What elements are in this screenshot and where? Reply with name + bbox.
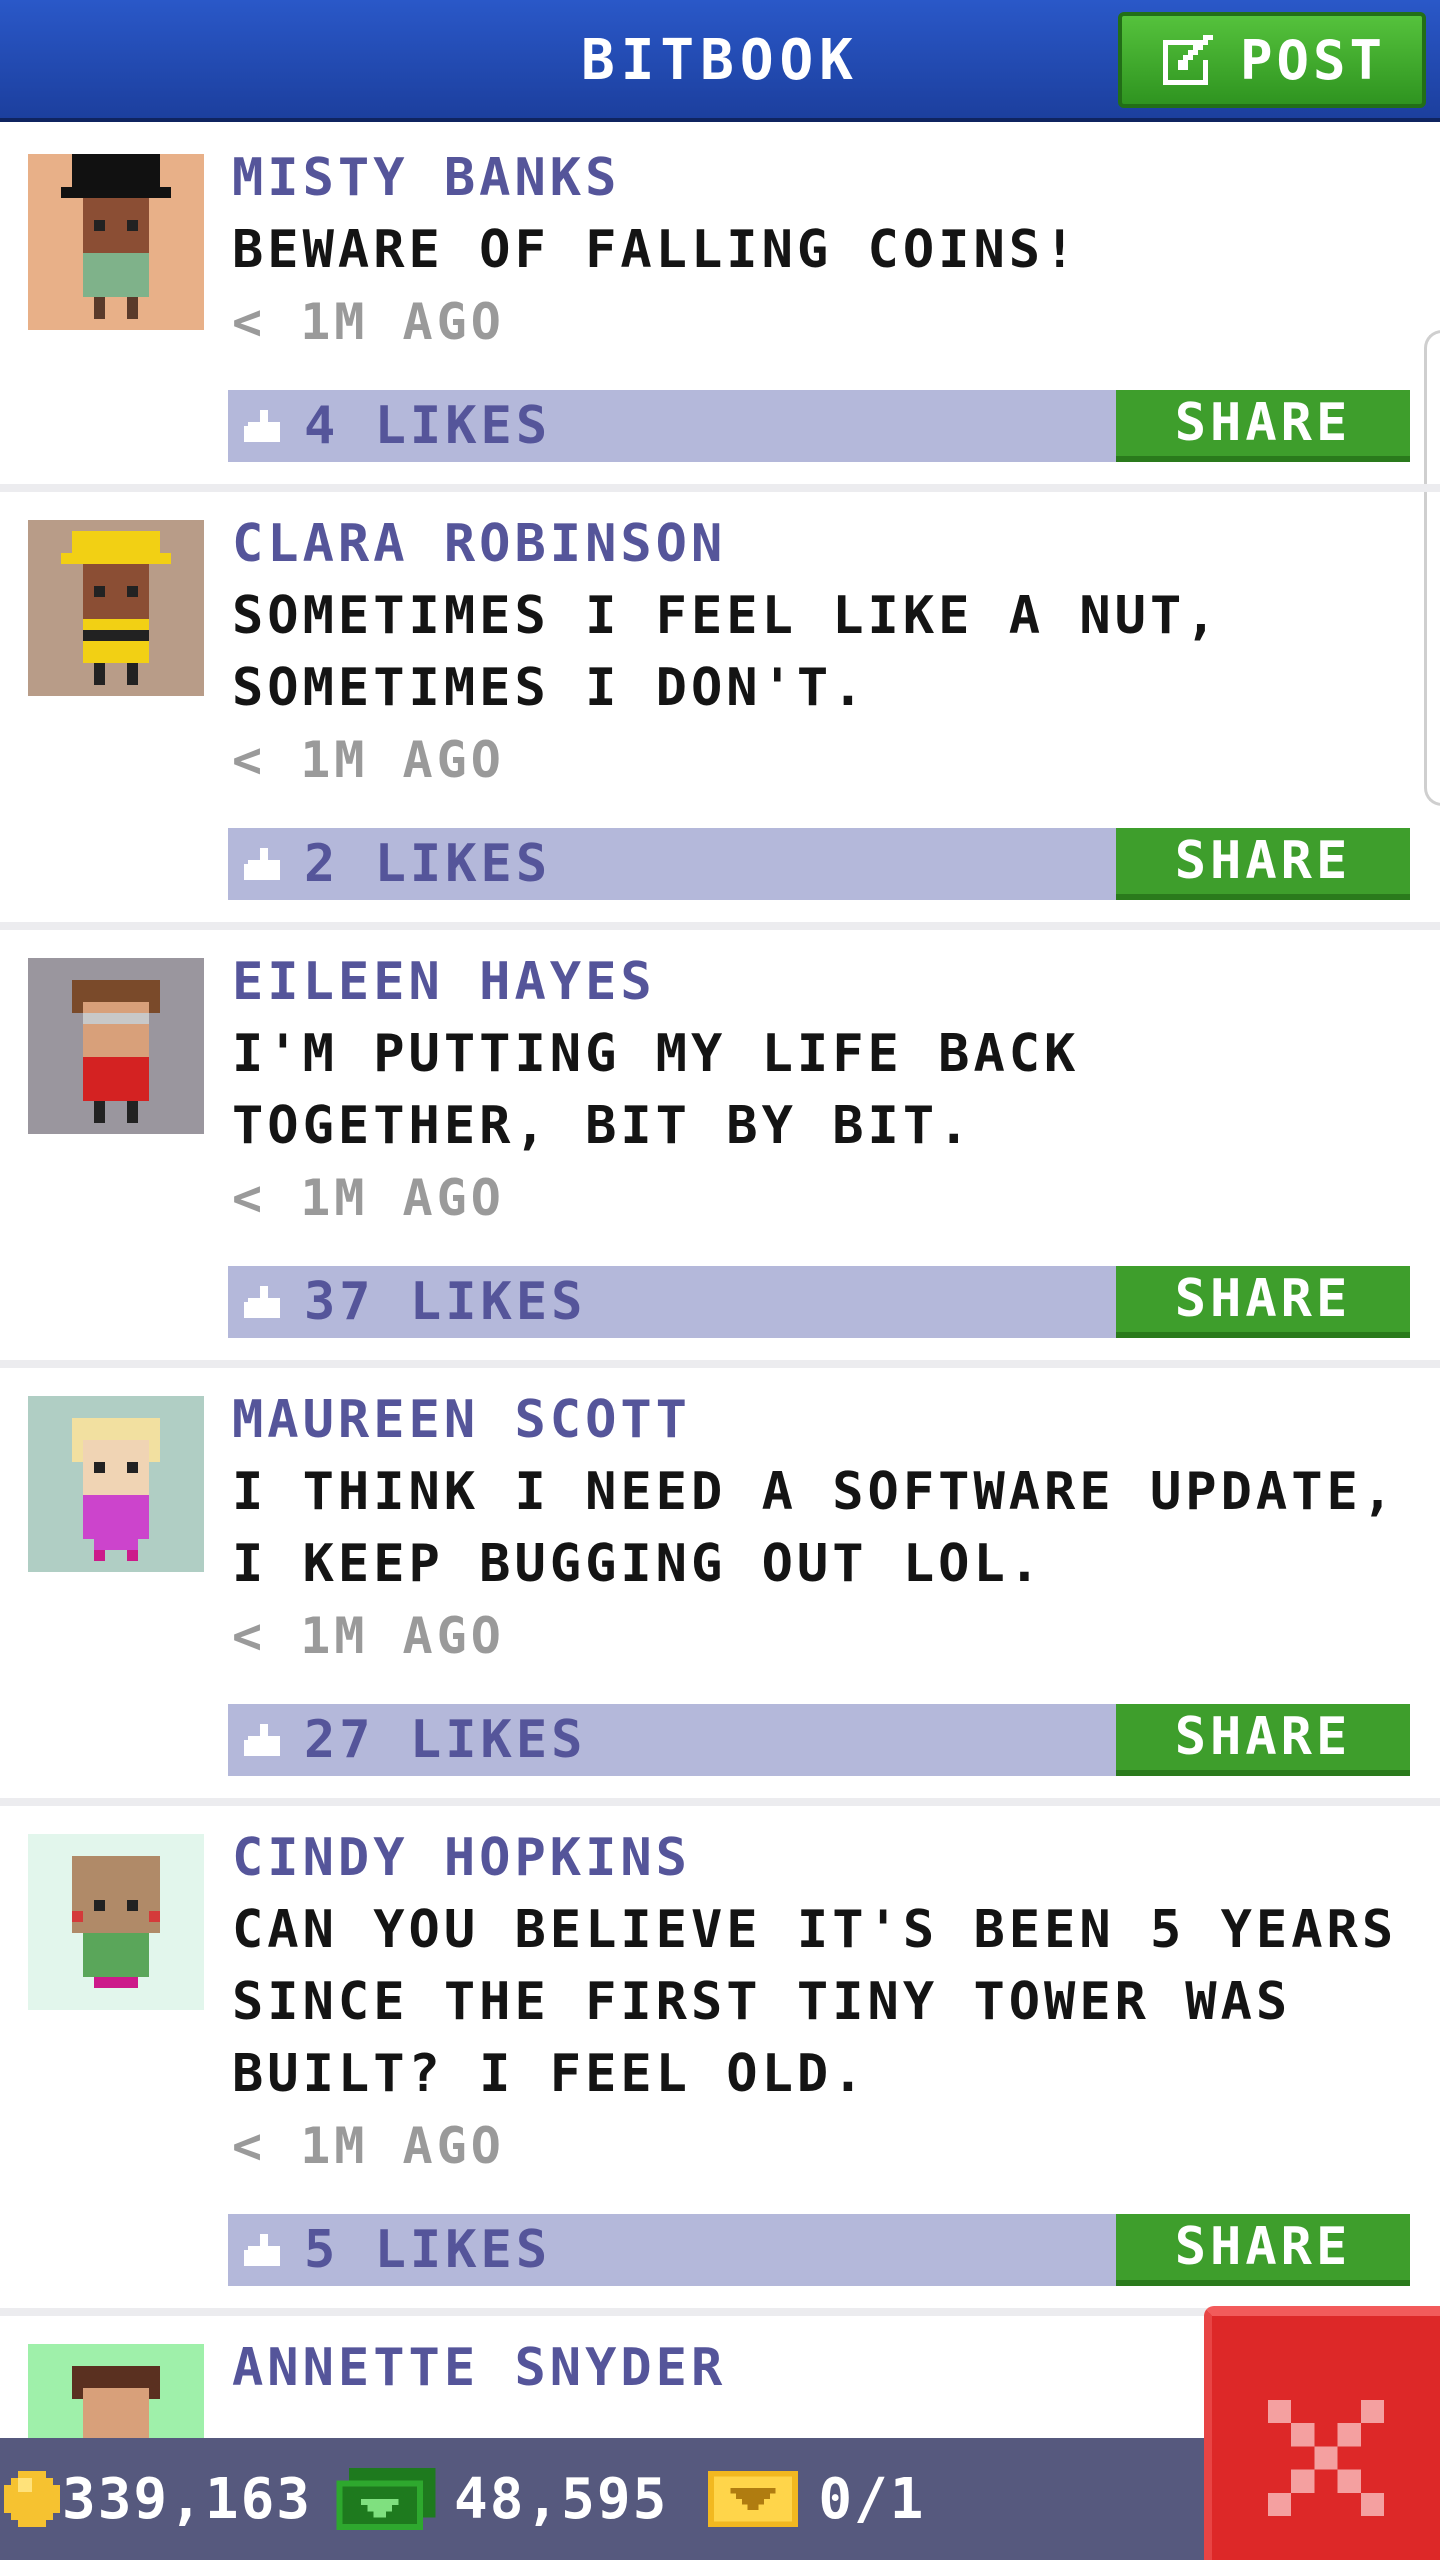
post-message: CAN YOU BELIEVE IT'S BEEN 5 YEARS SINCE … — [232, 1900, 1398, 2104]
like-icon[interactable] — [244, 1724, 284, 1760]
avatar[interactable] — [28, 1834, 204, 2010]
post-timestamp: < 1M AGO — [232, 731, 505, 789]
close-button[interactable] — [1204, 2306, 1440, 2560]
like-bar: 5 LIKES SHARE — [228, 2214, 1410, 2286]
feed-post: EILEEN HAYES I'M PUTTING MY LIFE BACK TO… — [0, 930, 1440, 1368]
like-icon[interactable] — [244, 848, 284, 884]
like-icon[interactable] — [244, 1286, 284, 1322]
post-author: CINDY HOPKINS — [232, 1828, 691, 1888]
cash-icon — [336, 2468, 436, 2530]
like-count: 37 LIKES — [304, 1272, 587, 1332]
like-bar: 4 LIKES SHARE — [228, 390, 1410, 462]
coins-stat: 339,163 — [4, 2467, 312, 2532]
avatar[interactable] — [28, 520, 204, 696]
cash-stat: 48,595 — [312, 2467, 668, 2532]
post-timestamp: < 1M AGO — [232, 293, 505, 351]
avatar[interactable] — [28, 958, 204, 1134]
bux-stat: 0/1 — [668, 2467, 925, 2532]
share-button[interactable]: SHARE — [1116, 828, 1410, 900]
feed-post: MAUREEN SCOTT I THINK I NEED A SOFTWARE … — [0, 1368, 1440, 1806]
like-count: 2 LIKES — [304, 834, 552, 894]
like-bar: 2 LIKES SHARE — [228, 828, 1410, 900]
post-timestamp: < 1M AGO — [232, 1607, 505, 1665]
post-timestamp: < 1M AGO — [232, 1169, 505, 1227]
app-header: BITBOOK POST — [0, 0, 1440, 122]
post-button-label: POST — [1239, 28, 1387, 92]
post-message: I'M PUTTING MY LIFE BACK TOGETHER, BIT B… — [232, 1024, 1080, 1156]
post-timestamp: < 1M AGO — [232, 2117, 505, 2175]
bux-icon — [708, 2471, 799, 2527]
share-button[interactable]: SHARE — [1116, 390, 1410, 462]
share-button[interactable]: SHARE — [1116, 1266, 1410, 1338]
post-message: I THINK I NEED A SOFTWARE UPDATE, I KEEP… — [232, 1462, 1398, 1594]
edit-icon — [1162, 35, 1213, 85]
post-message: SOMETIMES I FEEL LIKE A NUT, SOMETIMES I… — [232, 586, 1221, 718]
post-message: BEWARE OF FALLING COINS! — [232, 220, 1080, 280]
feed-post: CINDY HOPKINS CAN YOU BELIEVE IT'S BEEN … — [0, 1806, 1440, 2316]
cash-value: 48,595 — [454, 2466, 669, 2532]
like-count: 5 LIKES — [304, 2220, 552, 2280]
post-author: CLARA ROBINSON — [232, 514, 727, 574]
avatar[interactable] — [28, 1396, 204, 1572]
like-count: 4 LIKES — [304, 396, 552, 456]
coins-value: 339,163 — [62, 2466, 313, 2532]
post-author: MAUREEN SCOTT — [232, 1390, 691, 1450]
close-icon — [1268, 2400, 1384, 2516]
like-icon[interactable] — [244, 410, 284, 446]
post-author: MISTY BANKS — [232, 148, 621, 208]
share-button[interactable]: SHARE — [1116, 2214, 1410, 2286]
post-button[interactable]: POST — [1118, 12, 1426, 108]
share-button[interactable]: SHARE — [1116, 1704, 1410, 1776]
coin-icon — [4, 2471, 60, 2527]
feed-list: MISTY BANKS BEWARE OF FALLING COINS! < 1… — [0, 126, 1440, 2560]
avatar[interactable] — [28, 154, 204, 330]
like-bar: 37 LIKES SHARE — [228, 1266, 1410, 1338]
feed-post: MISTY BANKS BEWARE OF FALLING COINS! < 1… — [0, 126, 1440, 492]
feed-post: CLARA ROBINSON SOMETIMES I FEEL LIKE A N… — [0, 492, 1440, 930]
like-count: 27 LIKES — [304, 1710, 587, 1770]
post-author: EILEEN HAYES — [232, 952, 656, 1012]
like-icon[interactable] — [244, 2234, 284, 2270]
like-bar: 27 LIKES SHARE — [228, 1704, 1410, 1776]
bux-value: 0/1 — [818, 2466, 926, 2532]
